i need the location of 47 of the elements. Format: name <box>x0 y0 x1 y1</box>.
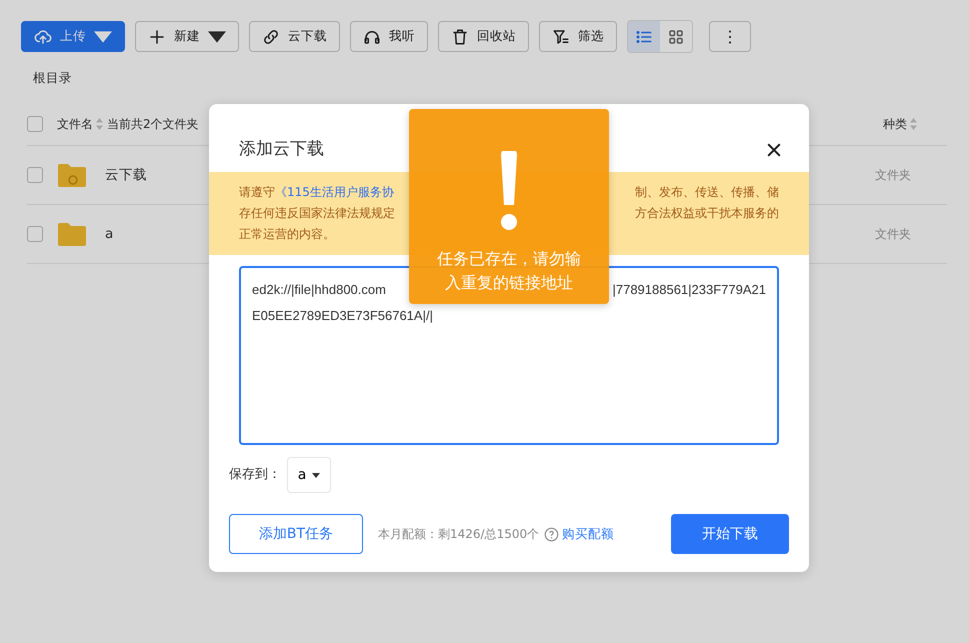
cloud-download-button[interactable]: 云下载 <box>249 21 340 52</box>
filter-button[interactable]: 筛选 <box>539 21 617 52</box>
filter-icon <box>552 28 570 46</box>
start-download-button[interactable]: 开始下载 <box>671 514 789 554</box>
folder-icon <box>58 162 86 187</box>
upload-icon <box>34 28 52 46</box>
listen-button[interactable]: 我听 <box>350 21 428 52</box>
column-header[interactable]: 种类 <box>883 115 907 134</box>
list-view-button[interactable] <box>628 21 660 52</box>
grid-icon <box>667 28 685 46</box>
notice-text: 存任何违反国家法律法规规定 <box>239 205 395 222</box>
close-button[interactable] <box>765 141 783 159</box>
row-checkbox[interactable] <box>27 166 43 183</box>
plus-icon <box>148 28 166 46</box>
row-checkbox[interactable] <box>27 226 43 242</box>
select-all-checkbox[interactable] <box>27 116 43 132</box>
breadcrumb[interactable]: 根目录 <box>0 53 80 88</box>
buy-quota-link[interactable]: 购买配额 <box>562 524 614 544</box>
column-header[interactable]: 文件名 <box>57 115 93 134</box>
save-label: 保存到： <box>229 466 281 484</box>
link-text: |7789188561|233F779A21 <box>612 281 766 299</box>
notice-text: 方合法权益或干扰本服务的 <box>635 205 779 222</box>
new-button[interactable]: 新建 <box>135 21 239 52</box>
link-text: ed2k://|file|hhd800.com <box>252 281 386 299</box>
notice-text: 正常运营的内容。 <box>239 226 335 243</box>
file-name[interactable]: a <box>105 224 114 244</box>
folder-select[interactable]: a <box>287 457 331 493</box>
upload-button[interactable]: 上传 <box>21 21 125 52</box>
trash-icon <box>451 28 469 46</box>
recycle-bin-button[interactable]: 回收站 <box>438 21 529 52</box>
quota-text: 本月配额：剩1426/总1500个 <box>378 526 540 543</box>
more-button[interactable]: ⋮ <box>709 21 751 52</box>
agreement-link[interactable]: 《115生活用户服务协 <box>275 185 394 199</box>
notice-text: 请遵守《115生活用户服务协 <box>239 184 394 201</box>
notice-text: 制、发布、传送、传播、储 <box>635 184 779 201</box>
folder-count: 当前共2个文件夹 <box>107 116 199 134</box>
file-type: 文件夹 <box>875 226 911 243</box>
add-bt-task-button[interactable]: 添加BT任务 <box>229 514 363 554</box>
folder-icon <box>58 222 86 246</box>
caret-icon <box>312 472 320 478</box>
exclamation-icon <box>498 151 520 233</box>
file-type: 文件夹 <box>875 166 911 184</box>
dialog-title: 添加云下载 <box>239 138 324 162</box>
link-text: E05EE2789ED3E73F56761A|/| <box>252 307 433 325</box>
help-icon[interactable] <box>544 526 560 542</box>
file-name[interactable]: 云下载 <box>105 164 147 185</box>
link-icon <box>262 28 280 46</box>
